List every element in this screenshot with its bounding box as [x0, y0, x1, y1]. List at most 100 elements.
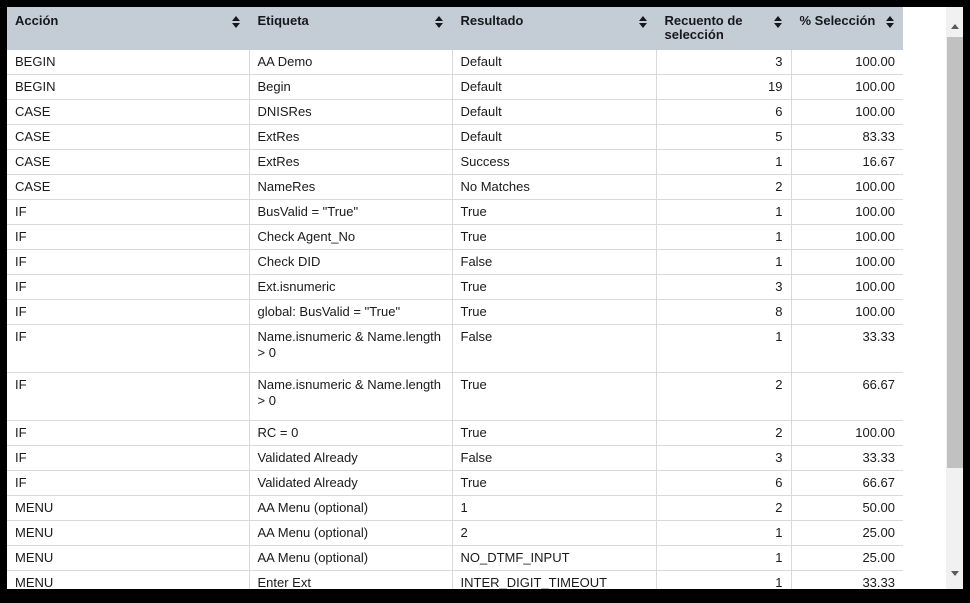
- table-row[interactable]: IF Validated Already False 3 33.33: [7, 445, 903, 471]
- table-cell-etiqueta: Validated Already: [249, 445, 453, 471]
- column-header-label-accion: Acción: [15, 13, 59, 28]
- table-cell-recuento: 1: [656, 224, 792, 250]
- table-cell-etiqueta: Name.isnumeric & Name.length > 0: [249, 324, 453, 373]
- table-cell-resultado: Success: [452, 149, 657, 175]
- table-cell-accion: IF: [7, 274, 250, 300]
- scroll-down-arrow-icon: [951, 571, 959, 576]
- table-row[interactable]: CASE ExtRes Default 5 83.33: [7, 124, 903, 150]
- results-table-scroll-area[interactable]: Acción Etiqueta Resultado Recuento de se…: [7, 7, 903, 589]
- table-cell-resultado: 2: [452, 520, 657, 546]
- table-cell-accion: CASE: [7, 174, 250, 200]
- sort-toggle-icon-porcentaje[interactable]: [886, 15, 895, 29]
- table-cell-accion: IF: [7, 324, 250, 373]
- content-viewport: Acción Etiqueta Resultado Recuento de se…: [7, 7, 963, 589]
- table-row[interactable]: IF Check Agent_No True 1 100.00: [7, 224, 903, 250]
- column-header-label-resultado: Resultado: [460, 13, 524, 28]
- table-row[interactable]: MENU AA Menu (optional) NO_DTMF_INPUT 1 25.0…: [7, 545, 903, 571]
- table-cell-recuento: 3: [656, 445, 792, 471]
- table-cell-resultado: True: [452, 372, 657, 421]
- vertical-scrollbar[interactable]: [946, 7, 963, 589]
- scroll-down-button[interactable]: [947, 565, 963, 582]
- table-cell-porcentaje: 100.00: [791, 50, 903, 75]
- table-cell-accion: IF: [7, 299, 250, 325]
- scrollbar-thumb[interactable]: [947, 37, 963, 468]
- table-row[interactable]: IF Validated Already True 6 66.67: [7, 470, 903, 496]
- table-cell-recuento: 6: [656, 99, 792, 125]
- table-cell-porcentaje: 100.00: [791, 74, 903, 100]
- table-row[interactable]: IF BusValid = "True" True 1 100.00: [7, 199, 903, 225]
- table-cell-recuento: 5: [656, 124, 792, 150]
- table-cell-resultado: True: [452, 420, 657, 446]
- table-cell-etiqueta: ExtRes: [249, 124, 453, 150]
- table-cell-recuento: 6: [656, 470, 792, 496]
- table-cell-porcentaje: 33.33: [791, 445, 903, 471]
- table-cell-porcentaje: 100.00: [791, 199, 903, 225]
- table-cell-porcentaje: 100.00: [791, 299, 903, 325]
- table-row[interactable]: IF Ext.isnumeric True 3 100.00: [7, 274, 903, 300]
- table-cell-etiqueta: AA Menu (optional): [249, 545, 453, 571]
- table-cell-porcentaje: 33.33: [791, 324, 903, 373]
- table-cell-porcentaje: 50.00: [791, 495, 903, 521]
- scroll-up-arrow-icon: [951, 24, 959, 29]
- table-cell-etiqueta: Begin: [249, 74, 453, 100]
- column-header-accion[interactable]: Acción: [7, 7, 250, 50]
- table-cell-etiqueta: Enter Ext: [249, 570, 453, 589]
- table-cell-accion: IF: [7, 420, 250, 446]
- table-row[interactable]: CASE DNISRes Default 6 100.00: [7, 99, 903, 125]
- table-cell-etiqueta: NameRes: [249, 174, 453, 200]
- table-row[interactable]: BEGIN Begin Default 19 100.00: [7, 74, 903, 100]
- table-cell-accion: CASE: [7, 99, 250, 125]
- table-cell-recuento: 3: [656, 274, 792, 300]
- table-cell-resultado: NO_DTMF_INPUT: [452, 545, 657, 571]
- table-cell-etiqueta: Check DID: [249, 249, 453, 275]
- table-cell-recuento: 1: [656, 324, 792, 373]
- table-row[interactable]: MENU AA Menu (optional) 2 1 25.00: [7, 520, 903, 546]
- table-row[interactable]: MENU Enter Ext INTER_DIGIT_TIMEOUT 1 33.33: [7, 570, 903, 589]
- table-cell-porcentaje: 100.00: [791, 99, 903, 125]
- sort-toggle-icon-resultado[interactable]: [638, 15, 648, 29]
- scrollbar-track[interactable]: [947, 35, 963, 565]
- scroll-up-button[interactable]: [947, 18, 963, 35]
- table-cell-resultado: False: [452, 445, 657, 471]
- table-row[interactable]: MENU AA Menu (optional) 1 2 50.00: [7, 495, 903, 521]
- table-cell-resultado: INTER_DIGIT_TIMEOUT: [452, 570, 657, 589]
- table-cell-etiqueta: Name.isnumeric & Name.length > 0: [249, 372, 453, 421]
- table-cell-etiqueta: AA Menu (optional): [249, 520, 453, 546]
- table-row[interactable]: IF Name.isnumeric & Name.length > 0 True 2 6…: [7, 372, 903, 421]
- table-row[interactable]: IF Name.isnumeric & Name.length > 0 False 1…: [7, 324, 903, 373]
- column-header-etiqueta[interactable]: Etiqueta: [249, 7, 453, 50]
- table-cell-accion: CASE: [7, 149, 250, 175]
- table-header-row: Acción Etiqueta Resultado Recuento de se…: [7, 7, 903, 50]
- table-row[interactable]: IF RC = 0 True 2 100.00: [7, 420, 903, 446]
- table-cell-etiqueta: global: BusValid = "True": [249, 299, 453, 325]
- table-cell-porcentaje: 100.00: [791, 420, 903, 446]
- table-cell-porcentaje: 25.00: [791, 520, 903, 546]
- table-cell-recuento: 2: [656, 420, 792, 446]
- column-header-porcentaje[interactable]: % Selección: [791, 7, 903, 50]
- table-row[interactable]: CASE NameRes No Matches 2 100.00: [7, 174, 903, 200]
- sort-toggle-icon-recuento[interactable]: [773, 15, 783, 29]
- table-row[interactable]: IF global: BusValid = "True" True 8 100.00: [7, 299, 903, 325]
- table-cell-resultado: True: [452, 274, 657, 300]
- table-cell-porcentaje: 33.33: [791, 570, 903, 589]
- table-row[interactable]: CASE ExtRes Success 1 16.67: [7, 149, 903, 175]
- table-cell-accion: CASE: [7, 124, 250, 150]
- table-cell-accion: MENU: [7, 570, 250, 589]
- table-cell-etiqueta: Validated Already: [249, 470, 453, 496]
- table-cell-accion: IF: [7, 445, 250, 471]
- table-cell-resultado: True: [452, 470, 657, 496]
- table-cell-accion: MENU: [7, 495, 250, 521]
- table-cell-recuento: 1: [656, 545, 792, 571]
- table-row[interactable]: BEGIN AA Demo Default 3 100.00: [7, 50, 903, 75]
- table-cell-accion: IF: [7, 249, 250, 275]
- column-header-resultado[interactable]: Resultado: [452, 7, 657, 50]
- column-header-recuento[interactable]: Recuento de selección: [656, 7, 792, 50]
- table-cell-accion: BEGIN: [7, 74, 250, 100]
- table-cell-etiqueta: AA Menu (optional): [249, 495, 453, 521]
- table-cell-resultado: Default: [452, 74, 657, 100]
- table-cell-etiqueta: DNISRes: [249, 99, 453, 125]
- app-root: Acción Etiqueta Resultado Recuento de se…: [0, 0, 970, 603]
- sort-toggle-icon-accion[interactable]: [231, 15, 241, 29]
- table-row[interactable]: IF Check DID False 1 100.00: [7, 249, 903, 275]
- sort-toggle-icon-etiqueta[interactable]: [434, 15, 444, 29]
